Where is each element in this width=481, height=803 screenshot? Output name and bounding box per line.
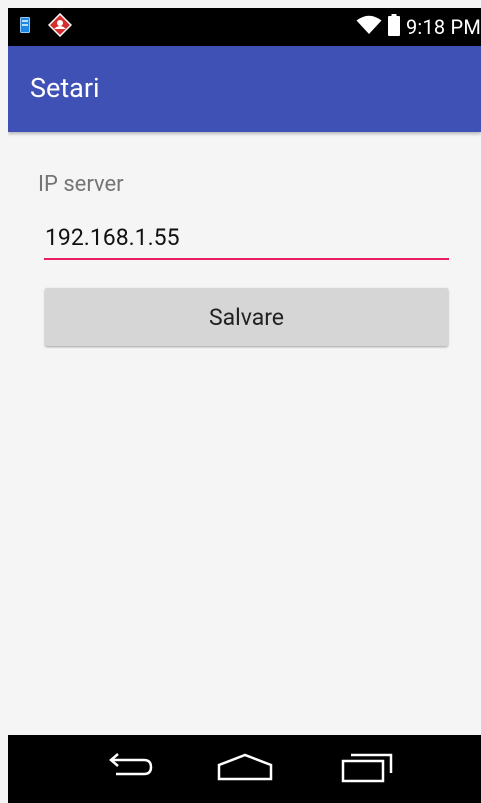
home-button[interactable] — [210, 747, 280, 791]
back-button[interactable] — [95, 747, 165, 791]
battery-icon — [387, 14, 400, 40]
app-screen: 9:18 PM Setari IP server Salvare — [8, 8, 481, 803]
status-bar: 9:18 PM — [8, 8, 481, 46]
notification-icons — [20, 12, 73, 41]
ip-server-input[interactable] — [44, 216, 449, 260]
home-icon — [216, 752, 274, 786]
save-button[interactable]: Salvare — [45, 288, 448, 346]
wifi-icon — [356, 15, 382, 39]
page-title: Setari — [30, 72, 100, 104]
status-time: 9:18 PM — [405, 15, 481, 39]
ip-server-label: IP server — [38, 172, 124, 197]
app-notification-icon — [47, 12, 73, 41]
navigation-bar — [8, 735, 481, 803]
system-status-icons: 9:18 PM — [356, 14, 481, 40]
settings-form: IP server Salvare — [8, 132, 481, 736]
app-bar: Setari — [8, 46, 481, 132]
recent-apps-button[interactable] — [333, 747, 403, 791]
recent-apps-icon — [341, 751, 395, 787]
back-icon — [104, 752, 156, 786]
sim-card-icon — [20, 17, 30, 37]
